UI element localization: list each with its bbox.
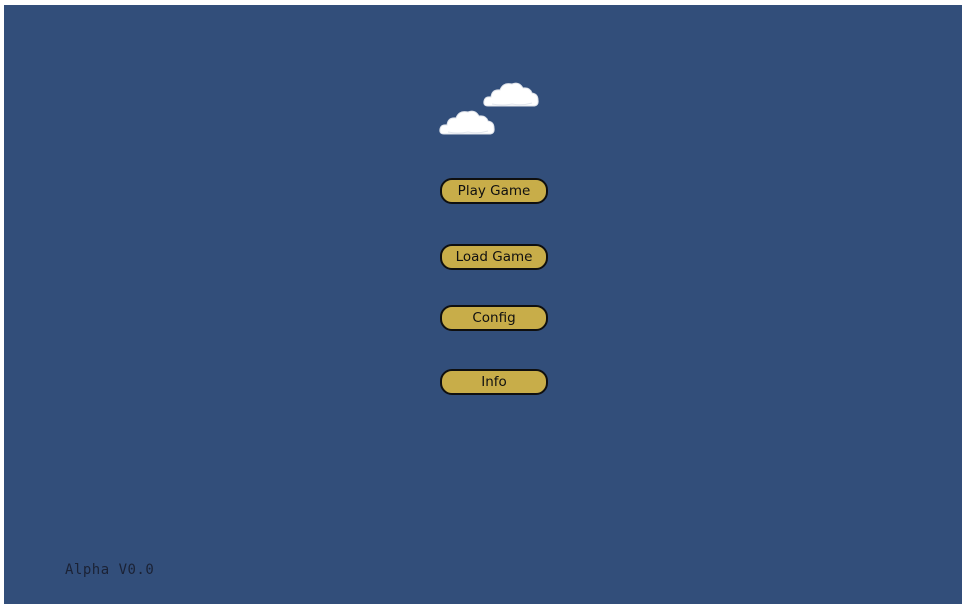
info-button[interactable]: Info	[440, 369, 548, 395]
cloud-icon	[438, 107, 496, 137]
game-window: Play Game Load Game Config Info Alpha V0…	[4, 5, 962, 604]
version-label: Alpha V0.0	[65, 562, 155, 578]
play-game-button[interactable]: Play Game	[440, 178, 548, 204]
load-game-button[interactable]: Load Game	[440, 244, 548, 270]
config-button[interactable]: Config	[440, 305, 548, 331]
cloud-icon	[482, 79, 540, 109]
